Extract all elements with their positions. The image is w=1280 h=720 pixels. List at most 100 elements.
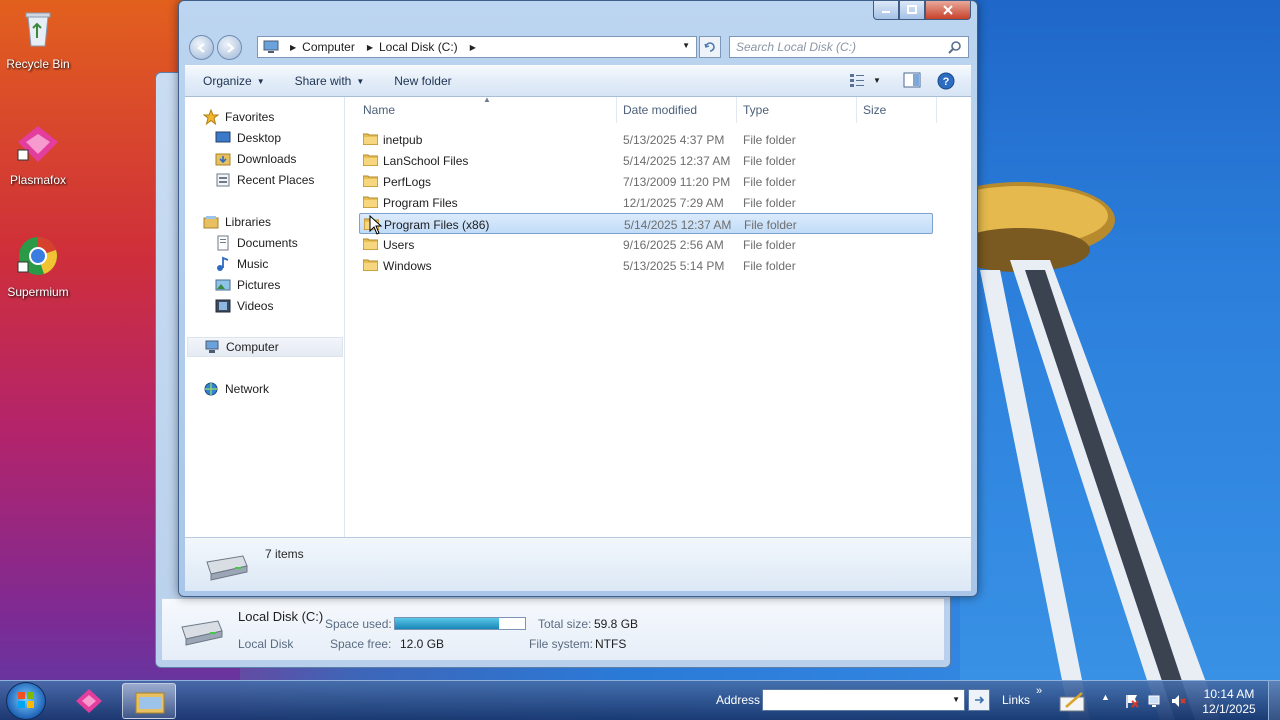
column-header-type[interactable]: Type: [737, 97, 857, 123]
chevron-down-icon[interactable]: ▼: [952, 695, 960, 704]
file-date-modified: 5/13/2025 5:14 PM: [623, 259, 725, 273]
supermium-shortcut[interactable]: Supermium: [0, 234, 76, 299]
file-row[interactable]: Windows 5/13/2025 5:14 PM File folder: [359, 255, 933, 276]
breadcrumb-separator-icon[interactable]: ▶: [290, 43, 296, 52]
breadcrumb-local-disk[interactable]: Local Disk (C:): [379, 40, 458, 54]
status-bar: 7 items: [185, 537, 971, 591]
action-center-flag-icon[interactable]: [1124, 693, 1140, 709]
taskbar-clock[interactable]: 10:14 AM 12/1/2025: [1198, 687, 1260, 717]
libraries-icon: [203, 216, 219, 229]
address-dropdown-icon[interactable]: ▼: [682, 41, 690, 50]
folder-icon: [363, 133, 378, 145]
folder-icon: [363, 154, 378, 166]
supermium-icon: [17, 237, 57, 275]
breadcrumb-separator-icon[interactable]: ▶: [470, 43, 476, 52]
taskbar-address-go-button[interactable]: [968, 689, 990, 711]
search-icon[interactable]: [948, 40, 962, 54]
explorer-window[interactable]: ▶ Computer ▶ Local Disk (C:) ▶ ▼ Search …: [178, 0, 978, 597]
star-icon: [203, 109, 219, 125]
plasmafox-shortcut[interactable]: Plasmafox: [0, 122, 76, 187]
preview-pane-icon[interactable]: [903, 72, 921, 88]
folder-icon: [363, 238, 378, 250]
folder-icon: [363, 196, 378, 208]
computer-icon: [263, 40, 279, 53]
file-name: Program Files: [383, 196, 458, 210]
start-button[interactable]: [6, 682, 46, 720]
close-button[interactable]: [925, 1, 971, 20]
taskbar-plasmafox[interactable]: [62, 683, 116, 719]
file-name: Windows: [383, 259, 432, 273]
file-row[interactable]: Users 9/16/2025 2:56 AM File folder: [359, 234, 933, 255]
nav-computer[interactable]: Computer: [187, 337, 343, 357]
links-expand-icon[interactable]: »: [1036, 685, 1042, 697]
organize-button[interactable]: Organize ▼: [203, 74, 265, 88]
nav-desktop[interactable]: Desktop: [215, 128, 281, 148]
column-header-type-label: Type: [743, 103, 770, 117]
taskbar-links-label[interactable]: Links: [1002, 693, 1030, 707]
file-date-modified: 12/1/2025 7:29 AM: [623, 196, 724, 210]
file-name: LanSchool Files: [383, 154, 469, 168]
show-hidden-icons-icon[interactable]: ▲: [1101, 692, 1117, 708]
file-list-pane[interactable]: Name ▲ Date modified Type Size inetpub 5/…: [345, 95, 971, 537]
file-row[interactable]: LanSchool Files 5/14/2025 12:37 AM File fo…: [359, 150, 933, 171]
network-status-icon[interactable]: [1147, 693, 1163, 709]
address-bar[interactable]: ▶ Computer ▶ Local Disk (C:) ▶ ▼: [257, 36, 697, 58]
maximize-button[interactable]: [899, 1, 925, 20]
back-button[interactable]: [189, 35, 214, 60]
column-header-size[interactable]: Size: [857, 97, 937, 123]
nav-videos[interactable]: Videos: [215, 296, 273, 316]
minimize-button[interactable]: [873, 1, 899, 20]
breadcrumb-separator-icon[interactable]: ▶: [367, 43, 373, 52]
supermium-label: Supermium: [7, 285, 69, 299]
share-with-button[interactable]: Share with ▼: [295, 74, 365, 88]
file-date-modified: 9/16/2025 2:56 AM: [623, 238, 724, 252]
new-folder-button[interactable]: New folder: [394, 74, 451, 88]
nav-downloads-label: Downloads: [237, 152, 297, 166]
drive-name: Local Disk (C:): [238, 609, 324, 624]
drive-details-pane: Local Disk (C:) Local Disk Space used: S…: [162, 598, 944, 660]
nav-documents[interactable]: Documents: [215, 233, 298, 253]
nav-desktop-label: Desktop: [237, 131, 282, 145]
search-box[interactable]: Search Local Disk (C:): [729, 36, 969, 58]
plasmafox-icon: [17, 126, 58, 162]
file-date-modified: 5/14/2025 12:37 AM: [624, 218, 732, 232]
file-row[interactable]: PerfLogs 7/13/2009 11:20 PM File folder: [359, 171, 933, 192]
file-system-label: File system:: [529, 637, 594, 651]
go-arrow-icon: [975, 696, 985, 704]
nav-pictures[interactable]: Pictures: [215, 275, 280, 295]
breadcrumb-computer[interactable]: Computer: [302, 40, 355, 54]
drive-kind: Local Disk: [238, 637, 294, 651]
change-view-icon[interactable]: [849, 72, 865, 88]
forward-button[interactable]: [217, 35, 242, 60]
nav-favorites[interactable]: Favorites: [203, 107, 274, 127]
navigation-pane[interactable]: Favorites Desktop Downloads Recent Place…: [185, 97, 345, 537]
nav-libraries-label: Libraries: [225, 215, 272, 229]
taskbar-address-input[interactable]: ▼: [762, 689, 965, 711]
caption-buttons: [873, 1, 971, 20]
file-row[interactable]: Program Files (x86) 5/14/2025 12:37 AM Fil…: [359, 213, 933, 234]
nav-music[interactable]: Music: [215, 254, 268, 274]
file-row[interactable]: inetpub 5/13/2025 4:37 PM File folder: [359, 129, 933, 150]
file-row[interactable]: Program Files 12/1/2025 7:29 AM File folde…: [359, 192, 933, 213]
column-header-size-label: Size: [863, 103, 887, 117]
volume-muted-icon[interactable]: [1170, 693, 1186, 709]
view-options-chevron-icon[interactable]: ▼: [873, 76, 881, 85]
help-icon[interactable]: ?: [937, 72, 955, 90]
nav-computer-label: Computer: [226, 340, 279, 354]
nav-recent-places[interactable]: Recent Places: [215, 170, 314, 190]
chevron-down-icon: ▼: [356, 76, 365, 86]
pen-input-icon[interactable]: [1058, 689, 1088, 713]
space-used-bar: [394, 617, 526, 630]
taskbar-windows-explorer[interactable]: [122, 683, 176, 719]
computer-icon: [205, 340, 219, 353]
nav-libraries[interactable]: Libraries: [203, 212, 271, 232]
chevron-down-icon: ▼: [256, 76, 265, 86]
file-system-value: NTFS: [595, 637, 627, 651]
column-header-date-modified[interactable]: Date modified: [617, 97, 737, 123]
refresh-button[interactable]: [699, 36, 721, 58]
show-desktop-button[interactable]: [1268, 681, 1280, 720]
close-icon: [943, 5, 953, 15]
nav-network[interactable]: Network: [203, 379, 269, 399]
recycle-bin-shortcut[interactable]: Recycle Bin: [0, 6, 76, 71]
nav-downloads[interactable]: Downloads: [215, 149, 296, 169]
